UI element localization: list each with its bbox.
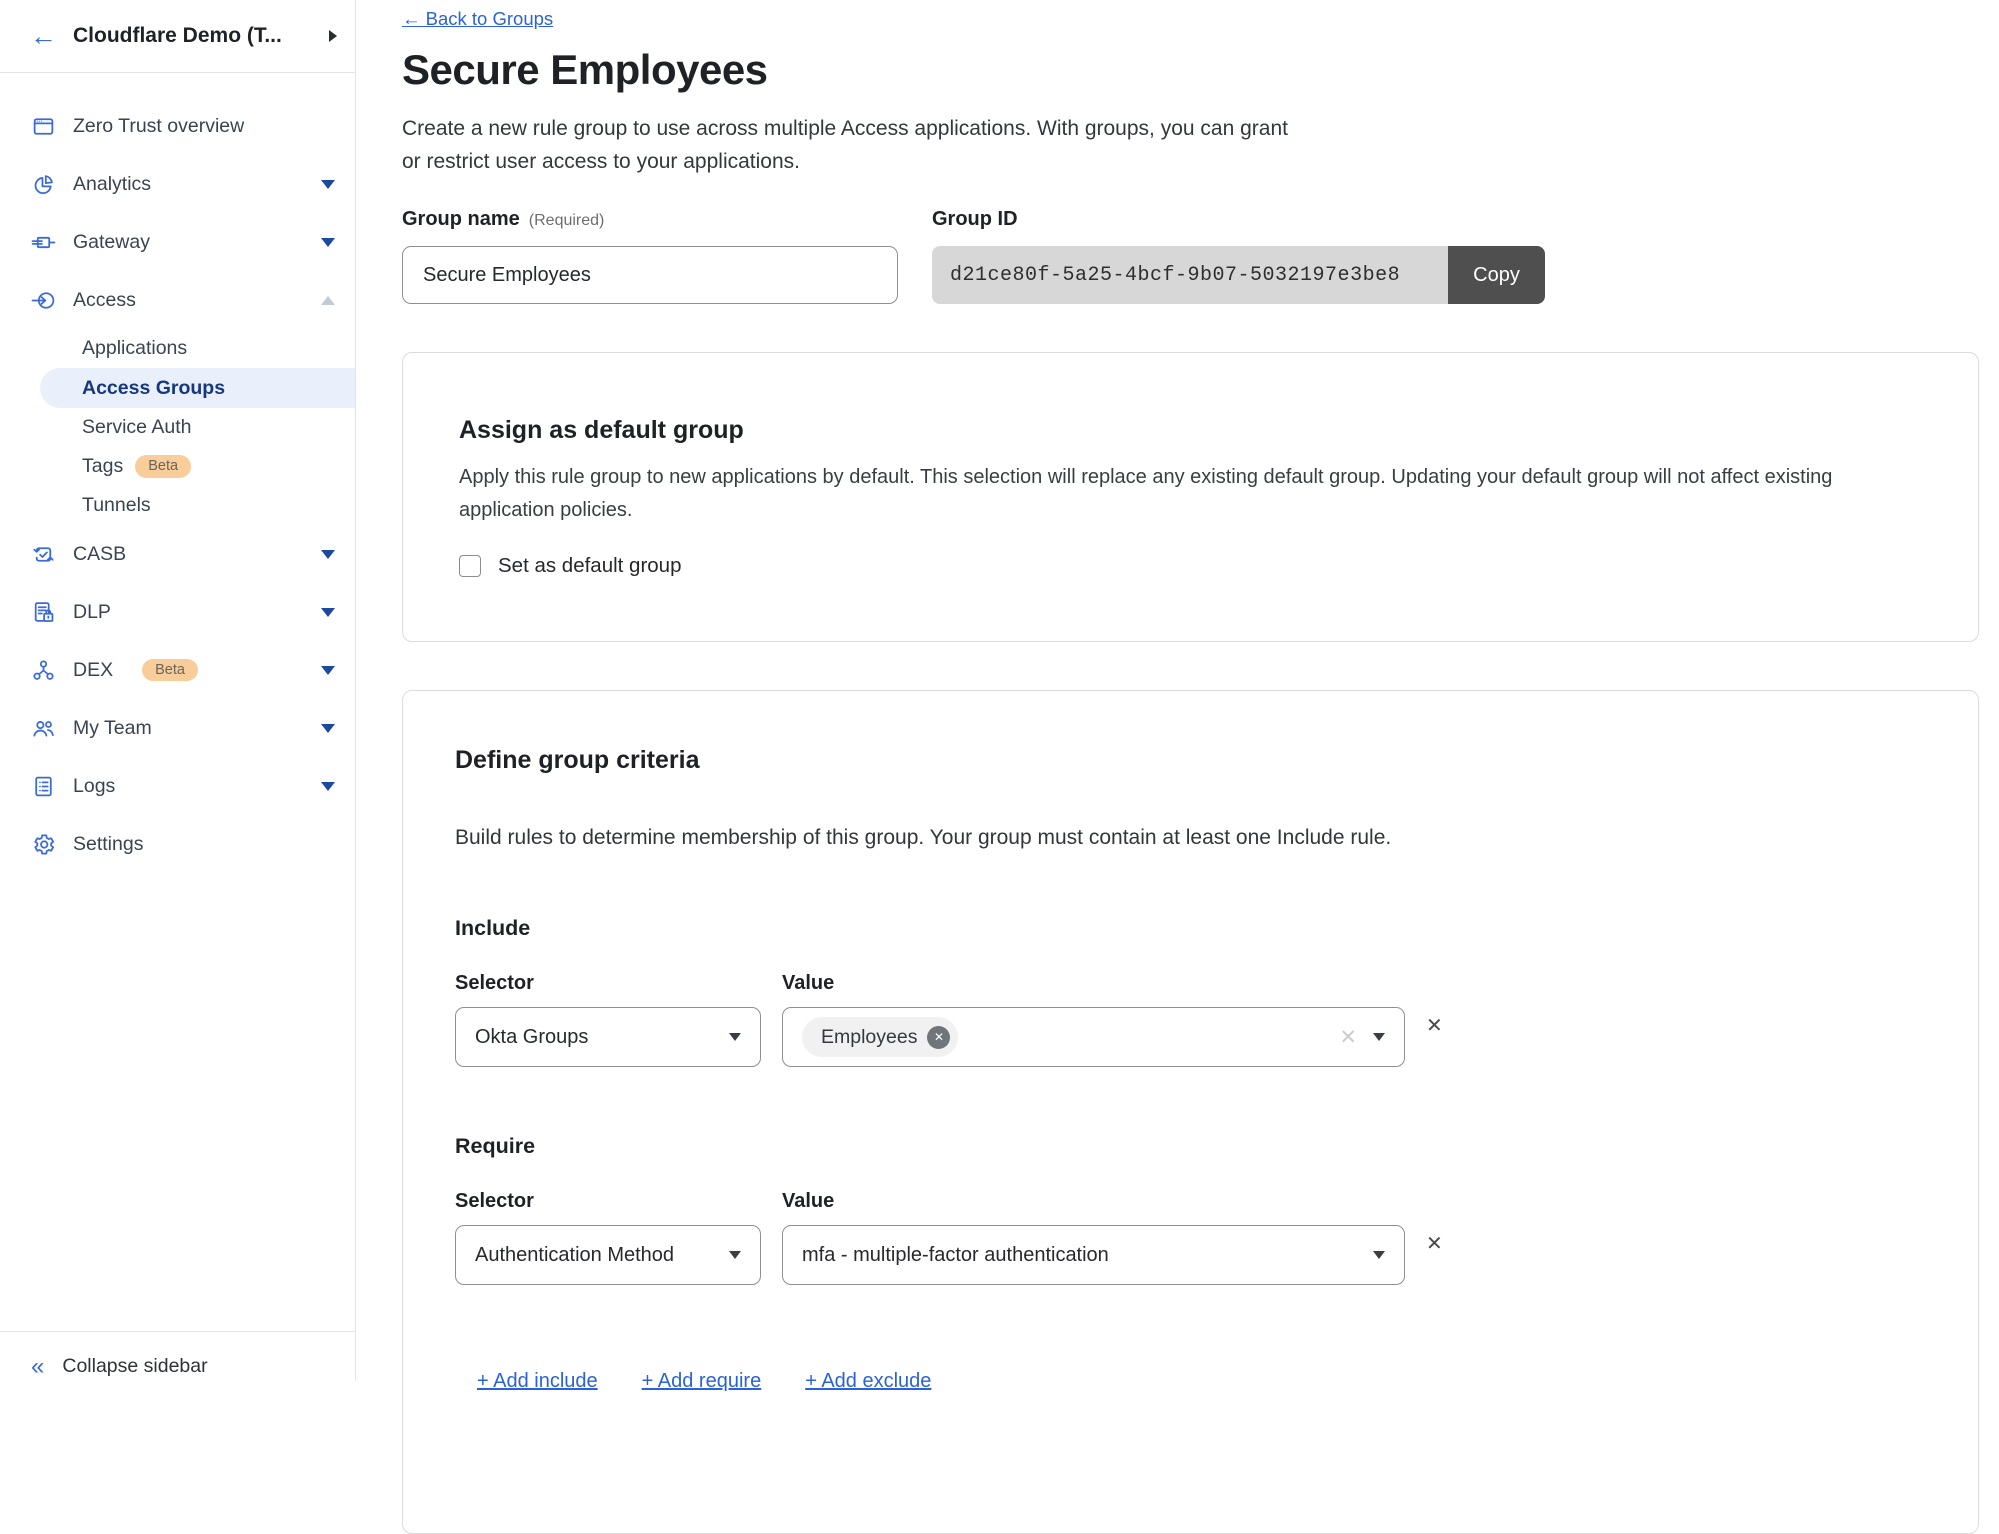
chevron-down-icon xyxy=(729,1251,741,1259)
add-require-link[interactable]: + Add require xyxy=(642,1369,762,1393)
dlp-icon xyxy=(31,600,56,625)
collapse-sidebar-button[interactable]: « Collapse sidebar xyxy=(0,1331,355,1381)
value-column-label: Value xyxy=(782,1189,1405,1213)
chevron-down-icon xyxy=(321,608,335,617)
sidebar-item-gateway[interactable]: Gateway xyxy=(0,213,355,271)
sidebar-item-label: Logs xyxy=(73,775,115,798)
gateway-icon xyxy=(31,230,56,255)
selector-column-label: Selector xyxy=(455,971,761,995)
copy-button[interactable]: Copy xyxy=(1448,246,1545,304)
collapse-sidebar-label: Collapse sidebar xyxy=(62,1355,207,1379)
chevron-up-icon xyxy=(321,296,335,305)
chevron-down-icon xyxy=(1373,1033,1385,1041)
remove-include-rule-icon[interactable]: ✕ xyxy=(1426,1016,1443,1036)
require-rule-row: Authentication Method mfa - multiple-fac… xyxy=(455,1225,1922,1285)
clear-values-icon[interactable]: ✕ xyxy=(1339,1025,1357,1050)
sidebar-item-casb[interactable]: CASB xyxy=(0,525,355,583)
selector-column-label: Selector xyxy=(455,1189,761,1213)
sidebar-item-my-team[interactable]: My Team xyxy=(0,699,355,757)
account-name[interactable]: Cloudflare Demo (T... xyxy=(73,24,313,48)
back-to-groups-link[interactable]: ← Back to Groups xyxy=(402,8,553,30)
sidebar-item-settings[interactable]: Settings xyxy=(0,815,355,873)
group-name-label: Group name xyxy=(402,208,520,231)
window-icon xyxy=(31,114,56,139)
sidebar-item-access[interactable]: Access xyxy=(0,271,355,329)
include-selector-dropdown[interactable]: Okta Groups xyxy=(455,1007,761,1067)
card-title: Define group criteria xyxy=(455,745,1922,775)
beta-badge: Beta xyxy=(135,455,191,478)
require-value-dropdown[interactable]: mfa - multiple-factor authentication xyxy=(782,1225,1405,1285)
casb-icon xyxy=(31,542,56,567)
require-section-label: Require xyxy=(455,1133,1922,1159)
sidebar-item-service-auth[interactable]: Service Auth xyxy=(0,408,355,447)
include-section-label: Include xyxy=(455,915,1922,941)
chevron-down-icon xyxy=(321,782,335,791)
sidebar-item-label: DLP xyxy=(73,601,111,624)
group-form-row: Group name (Required) Group ID d21ce80f-… xyxy=(402,208,1979,304)
chevron-down-icon xyxy=(321,724,335,733)
chevron-down-icon xyxy=(321,666,335,675)
value-column-label: Value xyxy=(782,971,1405,995)
sidebar-item-logs[interactable]: Logs xyxy=(0,757,355,815)
value-chip-employees[interactable]: Employees ✕ xyxy=(802,1017,958,1057)
group-id-label: Group ID xyxy=(932,208,1018,231)
page-description: Create a new rule group to use across mu… xyxy=(402,112,1979,178)
back-arrow-icon[interactable]: ← xyxy=(30,23,57,50)
card-description: Build rules to determine membership of t… xyxy=(455,825,1922,851)
chevron-down-icon xyxy=(321,550,335,559)
required-hint: (Required) xyxy=(529,212,605,230)
card-title: Assign as default group xyxy=(459,415,1922,445)
gear-icon xyxy=(31,832,56,857)
account-expander-icon[interactable] xyxy=(329,30,337,42)
sidebar-item-dlp[interactable]: DLP xyxy=(0,583,355,641)
set-default-group-checkbox[interactable] xyxy=(459,555,481,577)
main-content: ← Back to Groups Secure Employees Create… xyxy=(356,0,1999,1534)
include-rule-row: Okta Groups Employees ✕ ✕ ✕ xyxy=(455,1007,1922,1067)
sidebar-item-analytics[interactable]: Analytics xyxy=(0,155,355,213)
sidebar-item-applications[interactable]: Applications xyxy=(0,329,355,368)
sidebar-item-label: Zero Trust overview xyxy=(73,115,244,138)
sidebar-item-access-groups[interactable]: Access Groups xyxy=(40,368,355,408)
sidebar: ← Cloudflare Demo (T... Zero Trust overv… xyxy=(0,0,356,1381)
chevron-down-icon xyxy=(729,1033,741,1041)
sidebar-item-tags[interactable]: Tags Beta xyxy=(0,447,355,486)
sidebar-item-label: Gateway xyxy=(73,231,150,254)
chevron-down-icon xyxy=(321,238,335,247)
add-include-link[interactable]: + Add include xyxy=(477,1369,598,1393)
sidebar-item-label: Tags xyxy=(82,455,123,478)
chevron-down-icon xyxy=(1373,1251,1385,1259)
sidebar-item-label: Settings xyxy=(73,833,143,856)
sidebar-item-dex[interactable]: DEX Beta xyxy=(0,641,355,699)
group-name-input[interactable] xyxy=(402,246,898,304)
beta-badge: Beta xyxy=(142,659,198,682)
double-chevron-left-icon: « xyxy=(31,1355,44,1379)
require-selector-dropdown[interactable]: Authentication Method xyxy=(455,1225,761,1285)
team-icon xyxy=(31,716,56,741)
remove-require-rule-icon[interactable]: ✕ xyxy=(1426,1234,1443,1254)
sidebar-item-tunnels[interactable]: Tunnels xyxy=(0,486,355,525)
assign-default-group-card: Assign as default group Apply this rule … xyxy=(402,352,1979,642)
sidebar-item-label: Access xyxy=(73,289,136,312)
set-default-group-label: Set as default group xyxy=(498,554,682,578)
access-submenu: Applications Access Groups Service Auth … xyxy=(0,329,355,525)
sidebar-item-zero-trust-overview[interactable]: Zero Trust overview xyxy=(0,97,355,155)
include-value-multiselect[interactable]: Employees ✕ ✕ xyxy=(782,1007,1405,1067)
chip-remove-icon[interactable]: ✕ xyxy=(927,1026,950,1049)
sidebar-item-label: My Team xyxy=(73,717,152,740)
card-description: Apply this rule group to new application… xyxy=(459,461,1922,527)
dex-icon xyxy=(31,658,56,683)
sidebar-item-label: CASB xyxy=(73,543,126,566)
group-id-value: d21ce80f-5a25-4bcf-9b07-5032197e3be8 xyxy=(932,246,1448,304)
page-title: Secure Employees xyxy=(402,46,1979,94)
account-header: ← Cloudflare Demo (T... xyxy=(0,0,355,73)
analytics-pie-icon xyxy=(31,172,56,197)
sidebar-item-label: Analytics xyxy=(73,173,151,196)
sidebar-nav: Zero Trust overview Analytics Gateway Ac… xyxy=(0,73,355,873)
define-group-criteria-card: Define group criteria Build rules to det… xyxy=(402,690,1979,1534)
sidebar-item-label: DEX xyxy=(73,659,113,682)
add-exclude-link[interactable]: + Add exclude xyxy=(805,1369,931,1393)
chevron-down-icon xyxy=(321,180,335,189)
logs-icon xyxy=(31,774,56,799)
access-icon xyxy=(31,288,56,313)
